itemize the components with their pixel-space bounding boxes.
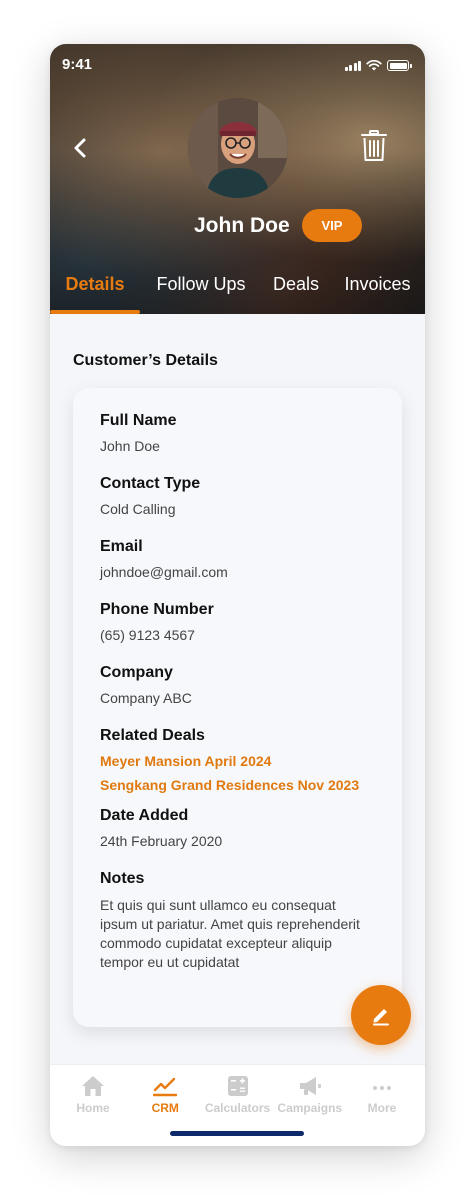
field-full-name: Full Name John Doe bbox=[100, 412, 375, 455]
nav-label: Calculators bbox=[204, 1101, 271, 1115]
field-label: Date Added bbox=[100, 807, 189, 824]
edit-button[interactable] bbox=[351, 985, 411, 1045]
trash-icon bbox=[361, 130, 387, 161]
field-label: Company bbox=[100, 664, 173, 681]
home-icon bbox=[81, 1075, 105, 1097]
nav-label: Campaigns bbox=[277, 1101, 343, 1115]
nav-label: Home bbox=[76, 1101, 110, 1115]
nav-label: CRM bbox=[151, 1101, 179, 1115]
field-contact-type: Contact Type Cold Calling bbox=[100, 475, 375, 518]
bottom-nav: Home CRM Calculators Campaigns More bbox=[50, 1064, 425, 1146]
nav-more[interactable]: More bbox=[347, 1075, 417, 1115]
field-company: Company Company ABC bbox=[100, 664, 375, 707]
nav-crm[interactable]: CRM bbox=[130, 1075, 200, 1115]
home-indicator bbox=[170, 1131, 304, 1136]
field-value: (65) 9123 4567 bbox=[100, 627, 195, 643]
back-button[interactable] bbox=[68, 134, 92, 162]
section-title: Customer’s Details bbox=[73, 352, 218, 369]
field-date-added: Date Added 24th February 2020 bbox=[100, 807, 375, 850]
battery-icon bbox=[387, 60, 412, 71]
wifi-icon bbox=[366, 60, 382, 71]
more-icon bbox=[370, 1075, 394, 1097]
tab-bar: Details Follow Ups Deals Invoices bbox=[50, 264, 425, 314]
phone-screen: 9:41 John Doe VIP Details Follow Ups Dea… bbox=[50, 44, 425, 1146]
field-label: Email bbox=[100, 538, 143, 555]
avatar bbox=[188, 98, 288, 198]
field-notes: Notes Et quis qui sunt ullamco eu conseq… bbox=[100, 870, 375, 972]
customer-details-card: Full Name John Doe Contact Type Cold Cal… bbox=[73, 388, 402, 1027]
field-phone: Phone Number (65) 9123 4567 bbox=[100, 601, 375, 644]
field-value: 24th February 2020 bbox=[100, 833, 223, 849]
field-value: Cold Calling bbox=[100, 501, 176, 517]
nav-label: More bbox=[367, 1101, 397, 1115]
field-email: Email johndoe@gmail.com bbox=[100, 538, 375, 581]
megaphone-icon bbox=[298, 1075, 322, 1097]
pencil-icon bbox=[373, 1009, 389, 1026]
field-value: johndoe@gmail.com bbox=[100, 564, 228, 580]
field-value: John Doe bbox=[100, 438, 160, 454]
related-deal-link[interactable]: Meyer Mansion April 2024 bbox=[100, 753, 375, 770]
delete-button[interactable] bbox=[361, 130, 387, 162]
calculator-icon bbox=[227, 1075, 249, 1097]
chart-line-icon bbox=[153, 1075, 178, 1097]
related-deal-link[interactable]: Sengkang Grand Residences Nov 2023 bbox=[100, 777, 375, 794]
status-time: 9:41 bbox=[62, 56, 93, 73]
notes-text: Et quis qui sunt ullamco eu consequat ip… bbox=[100, 897, 360, 970]
nav-home[interactable]: Home bbox=[58, 1075, 128, 1115]
tab-details[interactable]: Details bbox=[50, 264, 140, 314]
field-label: Related Deals bbox=[100, 727, 205, 744]
vip-badge: VIP bbox=[302, 209, 362, 242]
field-label: Notes bbox=[100, 870, 145, 887]
tab-deals[interactable]: Deals bbox=[262, 264, 330, 314]
field-related-deals: Related Deals Meyer Mansion April 2024 S… bbox=[100, 727, 375, 794]
field-label: Full Name bbox=[100, 412, 177, 429]
tab-invoices[interactable]: Invoices bbox=[330, 264, 425, 314]
customer-name: John Doe bbox=[194, 214, 290, 237]
field-value: Company ABC bbox=[100, 690, 192, 706]
signal-icon bbox=[344, 60, 361, 71]
field-label: Contact Type bbox=[100, 475, 201, 492]
field-label: Phone Number bbox=[100, 601, 214, 618]
chevron-left-icon bbox=[74, 138, 86, 158]
nav-campaigns[interactable]: Campaigns bbox=[275, 1075, 345, 1115]
tab-follow-ups[interactable]: Follow Ups bbox=[140, 264, 262, 314]
nav-calculators[interactable]: Calculators bbox=[203, 1075, 273, 1115]
status-icons bbox=[344, 60, 412, 71]
avatar-photo bbox=[188, 98, 288, 198]
profile-header: 9:41 John Doe VIP Details Follow Ups Dea… bbox=[50, 44, 425, 314]
